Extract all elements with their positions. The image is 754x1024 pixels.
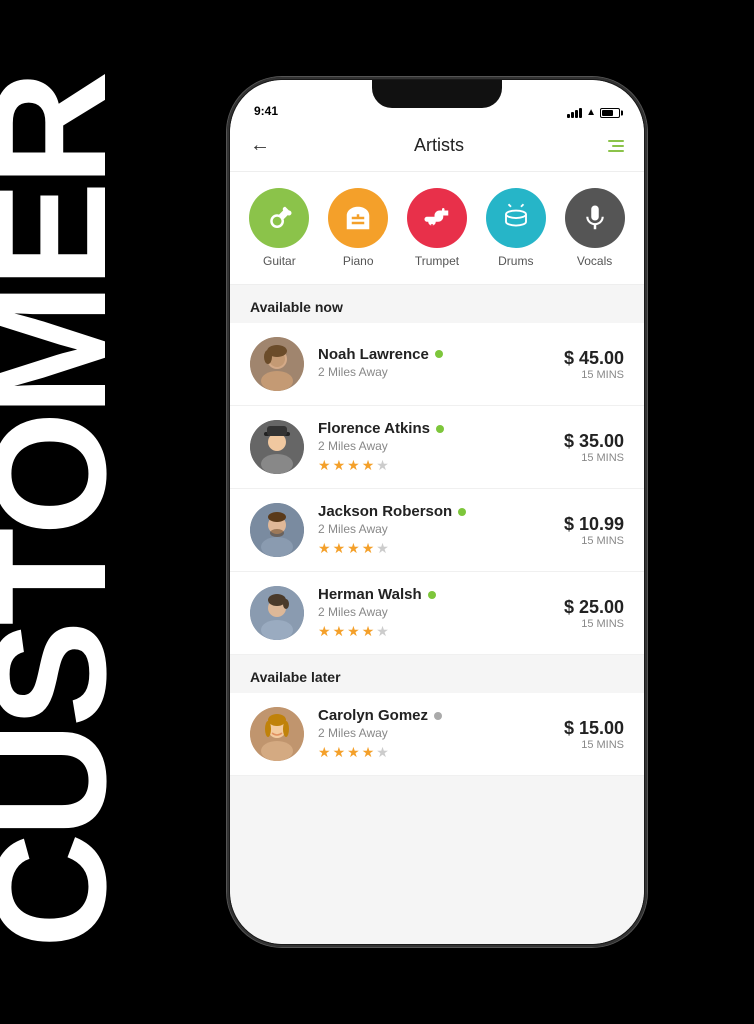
- available-later-list: Carolyn Gomez 2 Miles Away ★ ★ ★ ★ ★: [230, 693, 644, 776]
- screen: 9:41 ▲: [230, 80, 644, 944]
- drums-label: Drums: [498, 254, 533, 268]
- artist-info-carolyn: Carolyn Gomez 2 Miles Away ★ ★ ★ ★ ★: [318, 707, 550, 761]
- back-button[interactable]: ←: [250, 134, 270, 157]
- price-florence: $ 35.00: [564, 431, 624, 452]
- categories-row: Guitar Piano: [230, 172, 644, 285]
- header-title: Artists: [414, 135, 464, 156]
- duration-noah: 15 MINS: [564, 369, 624, 381]
- stars-jackson: ★ ★ ★ ★ ★: [318, 540, 550, 557]
- avatar-carolyn: [250, 707, 304, 761]
- vocals-icon-circle: [565, 188, 625, 248]
- price-noah: $ 45.00: [564, 348, 624, 369]
- artist-name-jackson: Jackson Roberson: [318, 503, 452, 520]
- artist-item-herman[interactable]: Herman Walsh 2 Miles Away ★ ★ ★ ★ ★: [230, 572, 644, 655]
- price-col-herman: $ 25.00 15 MINS: [564, 597, 624, 630]
- price-jackson: $ 10.99: [564, 514, 624, 535]
- phone-frame: 9:41 ▲: [227, 77, 647, 947]
- duration-carolyn: 15 MINS: [564, 739, 624, 751]
- duration-florence: 15 MINS: [564, 452, 624, 464]
- status-icons: ▲: [567, 107, 620, 118]
- artist-info-florence: Florence Atkins 2 Miles Away ★ ★ ★ ★ ★: [318, 420, 550, 474]
- drums-icon-circle: [486, 188, 546, 248]
- online-dot-herman: [428, 591, 436, 599]
- artist-name-row-florence: Florence Atkins: [318, 420, 550, 437]
- avatar-jackson: [250, 503, 304, 557]
- online-dot-jackson: [458, 508, 466, 516]
- artist-distance-herman: 2 Miles Away: [318, 605, 550, 619]
- section-available-later-header: Availabe later: [230, 655, 644, 693]
- artist-distance-florence: 2 Miles Away: [318, 439, 550, 453]
- piano-label: Piano: [343, 254, 374, 268]
- artist-name-noah: Noah Lawrence: [318, 346, 429, 363]
- wifi-icon: ▲: [586, 107, 596, 118]
- artist-name-carolyn: Carolyn Gomez: [318, 707, 428, 724]
- category-piano[interactable]: Piano: [328, 188, 388, 268]
- avatar-noah: [250, 337, 304, 391]
- price-col-florence: $ 35.00 15 MINS: [564, 431, 624, 464]
- stars-carolyn: ★ ★ ★ ★ ★: [318, 744, 550, 761]
- artist-info-noah: Noah Lawrence 2 Miles Away: [318, 346, 550, 383]
- duration-herman: 15 MINS: [564, 618, 624, 630]
- artist-name-row-carolyn: Carolyn Gomez: [318, 707, 550, 724]
- category-guitar[interactable]: Guitar: [249, 188, 309, 268]
- available-now-list: Noah Lawrence 2 Miles Away $ 45.00 15 MI…: [230, 323, 644, 655]
- phone-notch: [372, 80, 502, 108]
- price-carolyn: $ 15.00: [564, 718, 624, 739]
- artist-name-row-herman: Herman Walsh: [318, 586, 550, 603]
- artist-item-noah[interactable]: Noah Lawrence 2 Miles Away $ 45.00 15 MI…: [230, 323, 644, 406]
- artist-name-row-jackson: Jackson Roberson: [318, 503, 550, 520]
- filter-button[interactable]: [608, 140, 624, 152]
- battery-icon: [600, 108, 620, 118]
- avatar-florence: [250, 420, 304, 474]
- artist-distance-noah: 2 Miles Away: [318, 365, 550, 379]
- artist-name-row-noah: Noah Lawrence: [318, 346, 550, 363]
- artist-info-jackson: Jackson Roberson 2 Miles Away ★ ★ ★ ★ ★: [318, 503, 550, 557]
- price-col-carolyn: $ 15.00 15 MINS: [564, 718, 624, 751]
- scroll-content[interactable]: Available now: [230, 285, 644, 944]
- trumpet-label: Trumpet: [415, 254, 459, 268]
- artist-distance-carolyn: 2 Miles Away: [318, 726, 550, 740]
- price-col-jackson: $ 10.99 15 MINS: [564, 514, 624, 547]
- price-col-noah: $ 45.00 15 MINS: [564, 348, 624, 381]
- phone-inner: 9:41 ▲: [230, 80, 644, 944]
- offline-dot-carolyn: [434, 712, 442, 720]
- guitar-label: Guitar: [263, 254, 296, 268]
- stars-herman: ★ ★ ★ ★ ★: [318, 623, 550, 640]
- trumpet-icon-circle: [407, 188, 467, 248]
- section-available-now-header: Available now: [230, 285, 644, 323]
- online-dot-noah: [435, 350, 443, 358]
- phone-wrapper: 9:41 ▲: [227, 77, 647, 947]
- category-trumpet[interactable]: Trumpet: [407, 188, 467, 268]
- online-dot-florence: [436, 425, 444, 433]
- background-customer-text: CUSTOMER: [0, 76, 130, 949]
- price-herman: $ 25.00: [564, 597, 624, 618]
- artist-item-florence[interactable]: Florence Atkins 2 Miles Away ★ ★ ★ ★ ★: [230, 406, 644, 489]
- piano-icon-circle: [328, 188, 388, 248]
- guitar-icon-circle: [249, 188, 309, 248]
- artist-name-florence: Florence Atkins: [318, 420, 430, 437]
- artist-name-herman: Herman Walsh: [318, 586, 422, 603]
- status-time: 9:41: [254, 104, 278, 118]
- duration-jackson: 15 MINS: [564, 535, 624, 547]
- artist-item-carolyn[interactable]: Carolyn Gomez 2 Miles Away ★ ★ ★ ★ ★: [230, 693, 644, 776]
- app-header: ← Artists: [230, 124, 644, 172]
- stars-florence: ★ ★ ★ ★ ★: [318, 457, 550, 474]
- category-vocals[interactable]: Vocals: [565, 188, 625, 268]
- avatar-herman: [250, 586, 304, 640]
- artist-distance-jackson: 2 Miles Away: [318, 522, 550, 536]
- artist-info-herman: Herman Walsh 2 Miles Away ★ ★ ★ ★ ★: [318, 586, 550, 640]
- signal-bars-icon: [567, 108, 582, 118]
- vocals-label: Vocals: [577, 254, 612, 268]
- category-drums[interactable]: Drums: [486, 188, 546, 268]
- artist-item-jackson[interactable]: Jackson Roberson 2 Miles Away ★ ★ ★ ★ ★: [230, 489, 644, 572]
